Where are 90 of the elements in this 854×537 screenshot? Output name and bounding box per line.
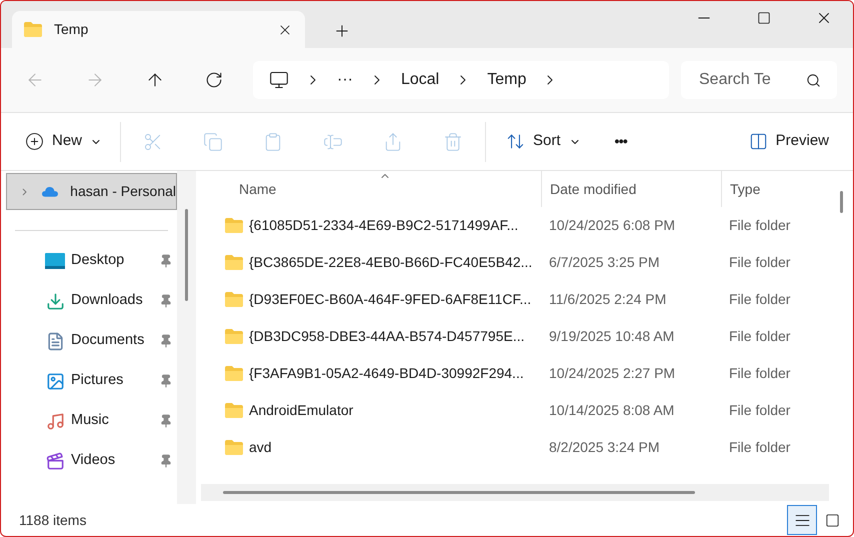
file-row[interactable]: {D93EF0EC-B60A-464F-9FED-6AF8E11CF... 11/6/2025 2:24 PM File folder: [201, 281, 853, 318]
date-cell-text: 8/2/2025 3:24 PM: [548, 438, 661, 457]
nav-item[interactable]: Music: [6, 401, 177, 441]
vertical-scrollbar-thumb[interactable]: [840, 191, 843, 213]
more-button[interactable]: •••: [614, 131, 628, 152]
document-icon: [46, 332, 64, 350]
plus-icon: [25, 132, 44, 151]
cloud-icon: [42, 185, 58, 198]
nav-item[interactable]: Documents: [6, 321, 177, 361]
column-header[interactable]: Name: [201, 178, 541, 200]
file-row[interactable]: {DB3DC958-DBE3-44AA-B574-D457795E... 9/19/2025 10:48 AM File folder: [201, 318, 853, 355]
breadcrumb[interactable]: ···: [337, 68, 353, 92]
column-header[interactable]: Date modified: [541, 171, 721, 207]
nav-account-item[interactable]: hasan - Personal: [6, 173, 177, 210]
pin-icon[interactable]: [159, 334, 173, 348]
pin-icon[interactable]: [159, 454, 173, 468]
folder-icon: [225, 366, 243, 381]
folder-icon: [225, 440, 243, 455]
search-field[interactable]: Search Te: [681, 61, 837, 99]
preview-button[interactable]: Preview: [748, 130, 829, 153]
date-cell-text: 10/24/2025 6:08 PM: [548, 216, 676, 235]
file-row[interactable]: {BC3865DE-22E8-4EB0-B66D-FC40E5B42... 6/7/2025 3:25 PM File folder: [201, 244, 853, 281]
item-count: 1188 items: [19, 510, 86, 530]
file-row[interactable]: {61085D51-2334-4E69-B9C2-5171499AF... 10/24/2025 6:08 PM File folder: [201, 207, 853, 244]
horizontal-scrollbar-thumb[interactable]: [223, 491, 695, 494]
folder-icon: [225, 292, 243, 307]
folder-icon: [225, 218, 243, 233]
file-name: {61085D51-2334-4E69-B9C2-5171499AF...: [249, 216, 518, 235]
type-cell-text: File folder: [728, 216, 790, 235]
new-button[interactable]: New: [25, 130, 102, 153]
file-row[interactable]: {F3AFA9B1-05A2-4649-BD4D-30992F294... 10/24/2025 2:27 PM File folder: [201, 355, 853, 392]
nav-item[interactable]: Pictures: [6, 361, 177, 401]
computer-icon: [269, 70, 289, 90]
address-bar[interactable]: ··· Local Temp: [253, 61, 669, 99]
file-name: {DB3DC958-DBE3-44AA-B574-D457795E...: [249, 327, 524, 346]
sort-icon: [506, 132, 526, 151]
file-row[interactable]: avd 8/2/2025 3:24 PM File folder: [201, 429, 853, 466]
type-cell-text: File folder: [728, 364, 790, 383]
nav-label: Downloads: [71, 291, 144, 310]
download-icon: [46, 292, 64, 310]
file-row[interactable]: AndroidEmulator 10/14/2025 8:08 AM File folder: [201, 392, 853, 429]
nav-label: Videos: [71, 451, 116, 470]
nav-item[interactable]: Videos: [6, 441, 177, 481]
maximize-icon[interactable]: [757, 11, 771, 25]
file-name: {BC3865DE-22E8-4EB0-B66D-FC40E5B42...: [249, 253, 532, 272]
tab-title: Temp: [54, 20, 90, 39]
desktop-icon: [45, 253, 65, 269]
square-icon: [824, 512, 840, 528]
refresh-icon[interactable]: [205, 71, 223, 89]
preview-pane-icon: [748, 132, 768, 151]
file-name: {D93EF0EC-B60A-464F-9FED-6AF8E11CF...: [249, 290, 532, 309]
folder-icon: [225, 329, 243, 344]
pin-icon[interactable]: [159, 414, 173, 428]
nav-item[interactable]: Downloads: [6, 281, 177, 321]
sort-button[interactable]: Sort: [506, 130, 581, 153]
picture-icon: [46, 372, 64, 390]
type-cell-text: File folder: [728, 327, 790, 346]
type-cell-text: File folder: [728, 290, 790, 309]
pin-icon[interactable]: [159, 294, 173, 308]
scrollbar-thumb[interactable]: [185, 209, 188, 301]
nav-label: Music: [71, 411, 110, 430]
date-cell-text: 10/24/2025 2:27 PM: [548, 364, 676, 383]
pin-icon[interactable]: [159, 374, 173, 388]
file-name: avd: [249, 438, 272, 457]
date-cell-text: 9/19/2025 10:48 AM: [548, 327, 676, 346]
folder-icon: [225, 255, 243, 270]
tab[interactable]: Temp: [12, 11, 305, 48]
details-view-button[interactable]: [787, 505, 817, 535]
date-cell-text: 10/14/2025 8:08 AM: [548, 401, 676, 420]
breadcrumb[interactable]: Temp: [487, 68, 526, 92]
breadcrumb[interactable]: Local: [400, 68, 440, 92]
nav-account-label: hasan - Personal: [70, 182, 176, 201]
folder-icon: [225, 403, 243, 418]
nav-label: Documents: [71, 331, 146, 350]
date-cell-text: 11/6/2025 2:24 PM: [548, 290, 668, 309]
pin-icon[interactable]: [159, 254, 173, 268]
type-cell-text: File folder: [728, 438, 790, 457]
file-name: AndroidEmulator: [249, 401, 354, 420]
date-cell-text: 6/7/2025 3:25 PM: [548, 253, 661, 272]
column-header[interactable]: Type: [721, 171, 760, 207]
file-name: {F3AFA9B1-05A2-4649-BD4D-30992F294...: [249, 364, 524, 383]
search-icon: [806, 73, 821, 88]
nav-label: Desktop: [71, 251, 126, 270]
folder-icon: [24, 22, 42, 37]
video-icon: [46, 452, 64, 470]
nav-item[interactable]: Desktop: [6, 241, 177, 281]
music-icon: [46, 412, 64, 430]
type-cell-text: File folder: [728, 253, 790, 272]
type-cell-text: File folder: [728, 401, 790, 420]
nav-label: Pictures: [71, 371, 124, 390]
